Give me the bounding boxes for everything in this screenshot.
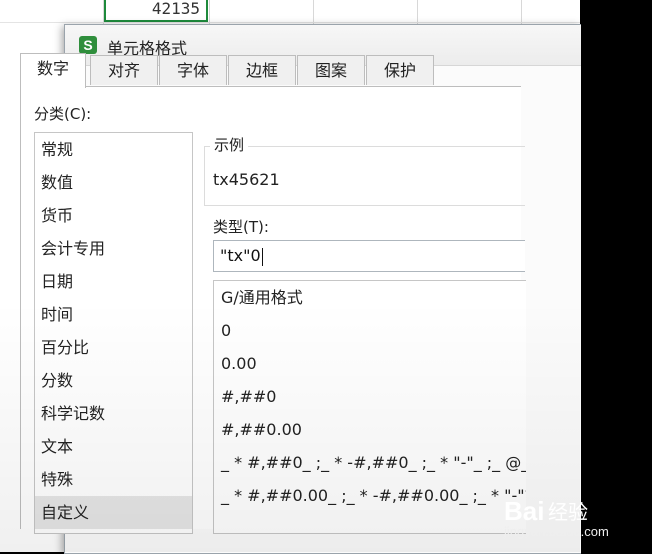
category-item-text[interactable]: 文本	[35, 430, 192, 463]
category-item-date[interactable]: 日期	[35, 265, 192, 298]
type-input[interactable]: "tx"0	[213, 240, 525, 272]
sample-value: tx45621	[213, 170, 280, 189]
baidu-jingyan-watermark: Bai 经验 jingyan.baidu.com	[504, 494, 644, 548]
watermark-brand: 经验	[548, 500, 588, 524]
baidu-paw-logo: Bai	[504, 496, 545, 526]
tab-number[interactable]: 数字	[20, 53, 86, 88]
category-item-scientific[interactable]: 科学记数	[35, 397, 192, 430]
wps-spreadsheet-icon: S	[79, 36, 97, 54]
category-item-special[interactable]: 特殊	[35, 463, 192, 496]
category-list[interactable]: 常规 数值 货币 会计专用 日期 时间 百分比 分数 科学记数 文本 特殊 自定…	[34, 132, 193, 534]
category-label: 分类(C):	[34, 105, 92, 123]
text-caret	[261, 247, 263, 266]
type-input-text: "tx"0	[220, 246, 261, 265]
category-item-custom[interactable]: 自定义	[35, 496, 192, 529]
tab-border[interactable]: 边框	[228, 55, 296, 85]
watermark-url: jingyan.baidu.com	[504, 524, 609, 539]
type-list-item[interactable]: #,##0	[214, 380, 526, 413]
category-item-general[interactable]: 常规	[35, 133, 192, 166]
type-list-item[interactable]: 0.00	[214, 347, 526, 380]
tab-alignment[interactable]: 对齐	[90, 55, 158, 85]
tab-protection[interactable]: 保护	[366, 55, 434, 85]
tab-font[interactable]: 字体	[159, 55, 227, 85]
category-item-accounting[interactable]: 会计专用	[35, 232, 192, 265]
selected-cell[interactable]: 42135	[104, 0, 208, 22]
sample-legend: 示例	[210, 134, 249, 155]
type-list-item[interactable]: 0	[214, 314, 526, 347]
type-list-item[interactable]: #,##0.00	[214, 413, 526, 446]
tab-pattern[interactable]: 图案	[297, 55, 365, 85]
type-list-item[interactable]: G/通用格式	[214, 281, 526, 314]
category-item-number[interactable]: 数值	[35, 166, 192, 199]
grid-line	[0, 22, 580, 23]
category-item-fraction[interactable]: 分数	[35, 364, 192, 397]
type-label: 类型(T):	[213, 218, 269, 236]
category-item-percentage[interactable]: 百分比	[35, 331, 192, 364]
type-list-item[interactable]: _ * #,##0_ ;_ * -#,##0_ ;_ * "-"_ ;_ @_	[214, 446, 526, 479]
type-list-item[interactable]: _ * #,##0.00_ ;_ * -#,##0.00_ ;_ * "-"??…	[214, 479, 526, 512]
category-item-time[interactable]: 时间	[35, 298, 192, 331]
type-list[interactable]: G/通用格式 0 0.00 #,##0 #,##0.00 _ * #,##0_ …	[213, 280, 526, 534]
category-item-currency[interactable]: 货币	[35, 199, 192, 232]
